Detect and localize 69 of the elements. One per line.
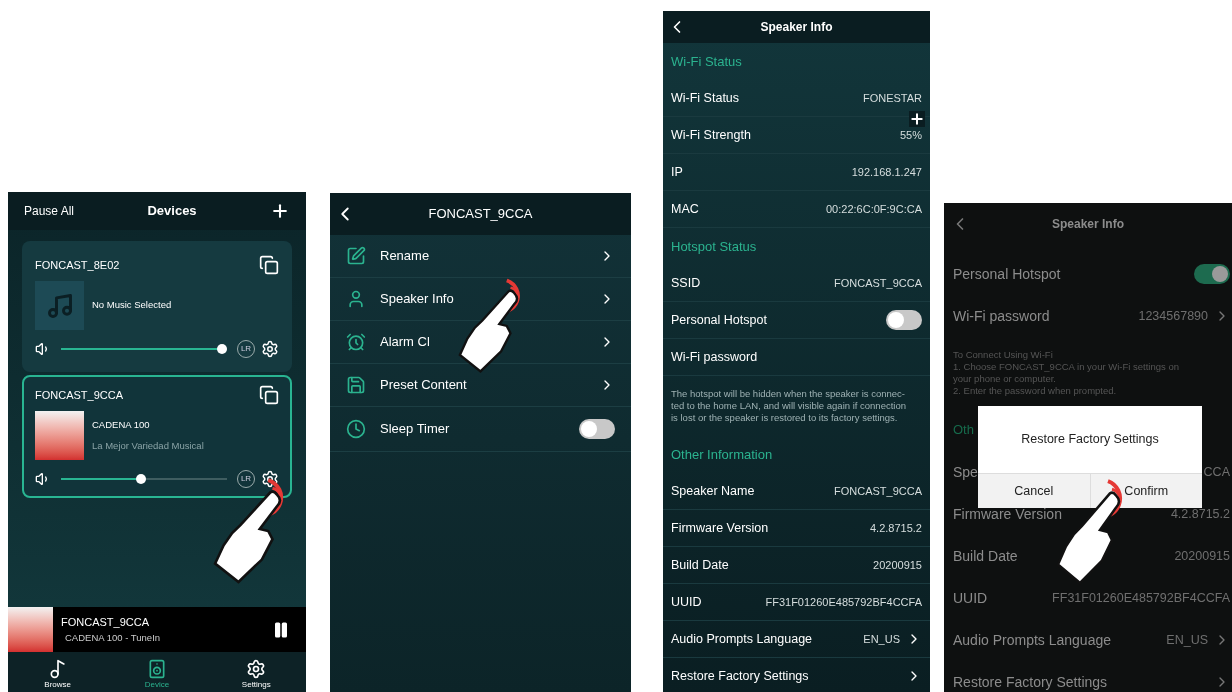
device-card[interactable]: FONCAST_9CCA CADENA 100 La Mejor Variedad Musical LR: [22, 375, 292, 498]
toggle-switch[interactable]: [579, 419, 615, 439]
section-heading: Other Information: [671, 445, 773, 464]
toggle-switch[interactable]: [886, 310, 922, 330]
row-value: 20200915: [1174, 547, 1230, 565]
track-title: No Music Selected: [92, 298, 172, 313]
device-name: FONCAST_8E02: [35, 257, 120, 273]
add-group-icon[interactable]: [259, 255, 279, 275]
info-row: IP 192.168.1.247: [663, 154, 930, 191]
row-value: FF31F01260E485792BF4CCFA: [1052, 589, 1230, 607]
menu-item[interactable]: Rename: [330, 235, 631, 278]
photo-placeholder: [35, 411, 84, 460]
person-icon: [346, 289, 366, 309]
photo-placeholder: [8, 607, 53, 652]
row-label: Wi-Fi password: [953, 306, 1050, 326]
device-name: FONCAST_9CCA: [35, 387, 124, 403]
nav-tab[interactable]: Browse: [8, 652, 108, 692]
screen-title: Speaker Info: [759, 19, 834, 36]
info-row: Speaker Name FONCAST_9CCA: [663, 473, 930, 510]
info-row[interactable]: Personal Hotspot: [663, 302, 930, 339]
screen-title: Speaker Info: [1051, 216, 1125, 233]
row-label: Audio Prompts Language: [953, 630, 1111, 650]
info-row[interactable]: Restore Factory Settings: [663, 658, 930, 692]
gear-icon: [246, 659, 267, 679]
info-row: Build Date 20200915: [663, 547, 930, 584]
info-row: UUID FF31F01260E485792BF4CCFA: [663, 584, 930, 621]
settings-icon[interactable]: [261, 470, 279, 488]
add-group-icon[interactable]: [259, 385, 279, 405]
clock-icon: [346, 419, 366, 439]
row-label: Build Date: [953, 546, 1018, 566]
add-icon[interactable]: [270, 201, 290, 221]
speaker-icon: [147, 659, 167, 679]
menu-item[interactable]: Sleep Timer: [330, 407, 631, 452]
now-playing-title: FONCAST_9CCA: [61, 615, 151, 631]
section-heading: Wi-Fi Status: [671, 52, 742, 71]
row-label: Spe: [953, 462, 978, 482]
plus-icon: [909, 111, 925, 127]
screen-title: Devices: [146, 202, 198, 221]
section-heading: Hotspot Status: [671, 237, 757, 256]
row-value: CCA: [1203, 463, 1230, 481]
alarm-clock-icon: [346, 332, 366, 352]
section-heading: Oth: [953, 421, 974, 440]
info-row[interactable]: Audio Prompts Language EN_US: [663, 621, 930, 658]
info-row: Wi-Fi password: [663, 339, 930, 376]
row-value: 4.2.8715.2: [1170, 505, 1230, 523]
device-card[interactable]: FONCAST_8E02 No Music Selected LR: [22, 241, 292, 372]
now-playing-subtitle: CADENA 100 - TuneIn: [65, 630, 162, 645]
edit-icon: [346, 246, 366, 266]
nav-tab[interactable]: Settings: [206, 652, 306, 692]
info-row: SSID FONCAST_9CCA: [663, 265, 930, 302]
row-value: EN_US: [1166, 631, 1208, 649]
row-value: 1234567890: [1138, 307, 1208, 325]
row-label: Personal Hotspot: [953, 264, 1061, 284]
row-label: UUID: [953, 588, 988, 608]
pause-icon[interactable]: [272, 620, 290, 639]
track-title: CADENA 100: [92, 418, 151, 433]
album-art-placeholder: [35, 281, 84, 330]
settings-icon[interactable]: [261, 340, 279, 358]
toggle-switch[interactable]: [1194, 264, 1230, 284]
info-row: MAC 00:22:6C:0F:9C:CA: [663, 191, 930, 228]
dialog-title: Restore Factory Settings: [1020, 431, 1160, 449]
nav-tab[interactable]: Device: [107, 652, 207, 692]
track-subtitle: La Mejor Variedad Musical: [92, 438, 204, 453]
info-note: To Connect Using Wi-Fi 1. Choose FONCAST_9CCA in your Wi-Fi settings on your phone or computer. 2. Enter the password when prompted.: [953, 349, 1179, 397]
screen-title: FONCAST_9CCA: [427, 205, 534, 224]
info-row: Firmware Version 4.2.8715.2: [663, 510, 930, 547]
pause-all-button[interactable]: Pause All: [24, 202, 75, 220]
row-label: Restore Factory Settings: [953, 672, 1108, 692]
info-note: The hotspot will be hidden when the speaker is connec- ted to the home LAN, and will visible again if connection is lost or the speaker is restored to its factory settings.: [671, 388, 906, 424]
